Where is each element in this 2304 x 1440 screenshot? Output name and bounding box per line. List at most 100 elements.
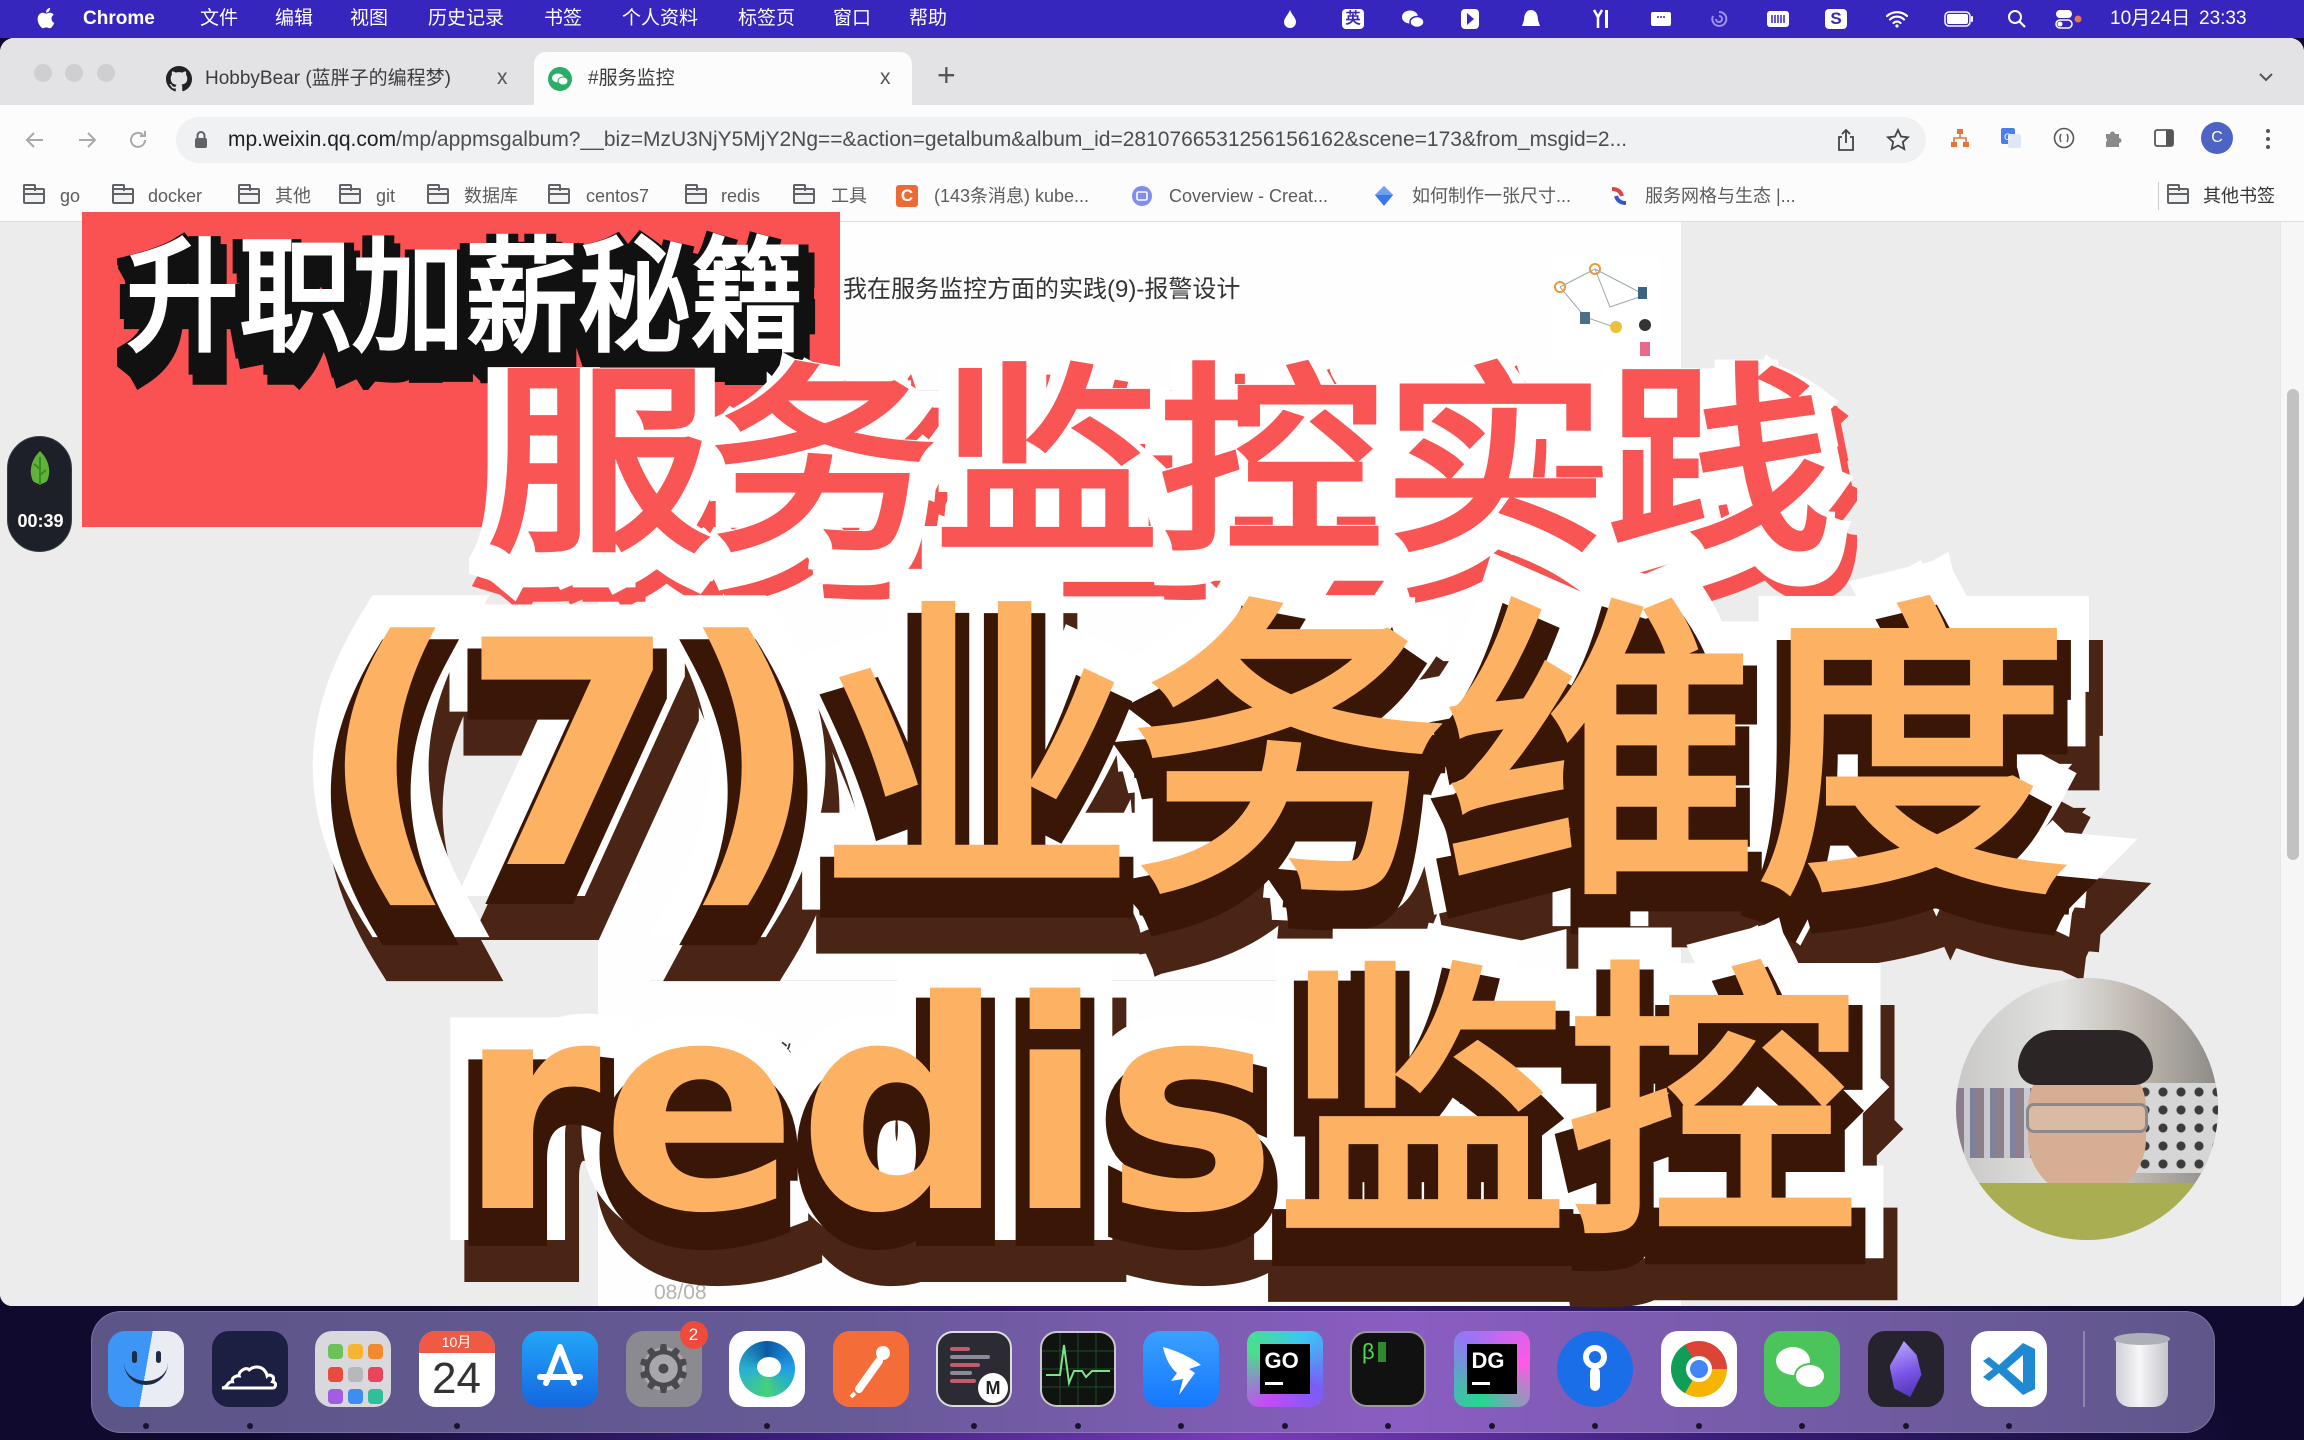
bookmark-star-icon[interactable] [1885, 127, 1911, 152]
wifi-icon[interactable] [1885, 8, 1909, 30]
dock-edge[interactable] [729, 1331, 805, 1431]
article-thumbnail[interactable] [1550, 257, 1660, 360]
bookmark-coverview[interactable]: Coverview - Creat... [1169, 185, 1328, 207]
menu-bookmarks[interactable]: 书签 [544, 8, 582, 30]
dock-dingtalk[interactable] [1143, 1331, 1219, 1431]
dock-finder[interactable] [108, 1331, 184, 1431]
folder-icon [548, 184, 570, 204]
bookmark-howto[interactable]: 如何制作一张尺寸... [1412, 185, 1571, 207]
url-text[interactable]: mp.weixin.qq.com/mp/appmsgalbum?__biz=Mz… [228, 128, 1627, 152]
extensions-puzzle-icon[interactable] [2103, 127, 2125, 149]
datagrip-glyph: DG [1466, 1344, 1517, 1394]
tab-search-chevron-icon[interactable] [2256, 70, 2276, 84]
share-icon[interactable] [1835, 128, 1857, 152]
dock-mweb[interactable]: M [936, 1331, 1012, 1431]
wechat-icon[interactable] [1401, 8, 1425, 30]
profile-avatar[interactable]: C [2201, 122, 2233, 154]
apple-menu-icon[interactable] [33, 7, 57, 29]
menu-app-name[interactable]: Chrome [83, 8, 155, 30]
qq-icon[interactable] [1519, 8, 1543, 30]
dock-vscode[interactable] [1971, 1331, 2047, 1431]
forward-button[interactable] [75, 128, 99, 152]
scrollbar-thumb[interactable] [2287, 389, 2299, 860]
tools-icon[interactable] [1589, 8, 1613, 30]
dock-obsidian[interactable] [1867, 1331, 1944, 1431]
trash-icon [2104, 1331, 2180, 1407]
dock-trash[interactable] [2104, 1331, 2180, 1431]
chrome-menu-icon[interactable] [2262, 127, 2274, 151]
drop-icon[interactable] [1278, 8, 1302, 30]
app-d-icon[interactable] [1458, 8, 1482, 30]
back-button[interactable] [23, 128, 47, 152]
iterm-icon: β [1350, 1331, 1426, 1407]
battery-icon[interactable] [1944, 8, 1974, 30]
extension-code-icon[interactable] [2053, 127, 2075, 149]
folder-icon [685, 184, 707, 204]
finder-icon [108, 1331, 184, 1407]
bookmark-database[interactable]: 数据库 [464, 185, 518, 207]
menu-help[interactable]: 帮助 [909, 8, 947, 30]
recording-timer-widget[interactable]: 00:39 [7, 436, 72, 552]
dock-app-store[interactable] [522, 1331, 598, 1431]
bookmark-other[interactable]: 其他 [275, 185, 311, 207]
bookmark-service-mesh[interactable]: 服务网格与生态 |... [1645, 185, 1796, 207]
extension-translate-icon[interactable]: G [2000, 127, 2022, 149]
wechat-icon [547, 66, 573, 92]
address-bar[interactable]: mp.weixin.qq.com/mp/appmsgalbum?__biz=Mz… [176, 117, 1926, 163]
datagrip-icon: DG [1453, 1331, 1530, 1407]
dock-postman[interactable] [832, 1331, 909, 1431]
card-icon[interactable] [1649, 8, 1673, 30]
barcode-icon[interactable] [1766, 8, 1790, 30]
extension-sitemap-icon[interactable] [1949, 127, 1971, 149]
menu-window[interactable]: 窗口 [833, 8, 871, 30]
jimmysong-icon [1608, 185, 1630, 207]
dock-goland[interactable]: GO [1246, 1331, 1323, 1431]
menubar-time[interactable]: 23:33 [2199, 8, 2247, 30]
new-tab-button[interactable]: + [937, 58, 956, 92]
dock-1password[interactable] [1557, 1331, 1633, 1431]
folder-icon [23, 184, 45, 204]
dock-system-preferences[interactable]: ⚙ 2 [625, 1321, 708, 1431]
close-window-button[interactable] [34, 64, 52, 82]
dock-chrome[interactable] [1660, 1331, 1737, 1431]
dock-activity-monitor[interactable] [1039, 1331, 1116, 1431]
dock-iterm[interactable]: β [1350, 1331, 1426, 1431]
menu-tabs[interactable]: 标签页 [738, 8, 795, 30]
menu-file[interactable]: 文件 [200, 8, 238, 30]
zoom-window-button[interactable] [97, 64, 115, 82]
menu-history[interactable]: 历史记录 [428, 8, 504, 30]
swirl-icon[interactable] [1707, 8, 1731, 30]
bookmark-redis[interactable]: redis [721, 185, 760, 207]
reload-button[interactable] [126, 128, 150, 152]
dock-calendar[interactable]: 10月 24 [418, 1331, 495, 1431]
lock-icon[interactable] [193, 130, 209, 150]
bookmark-csdn-kube[interactable]: (143条消息) kube... [934, 185, 1089, 207]
tab-close-button[interactable]: x [497, 66, 508, 90]
dock-termius[interactable]: ☁ [211, 1331, 288, 1431]
menu-view[interactable]: 视图 [350, 8, 388, 30]
menu-edit[interactable]: 编辑 [275, 8, 313, 30]
chrome-icon [1660, 1331, 1737, 1407]
title-line-1: 服务监控实践 [467, 362, 1851, 600]
article-title[interactable]: 我在服务监控方面的实践(9)-报警设计 [843, 276, 1240, 304]
input-method-icon[interactable]: 英 [1342, 9, 1364, 29]
minimize-window-button[interactable] [65, 64, 83, 82]
side-panel-icon[interactable] [2153, 127, 2175, 149]
bookmark-git[interactable]: git [376, 185, 395, 207]
dock-datagrip[interactable]: DG [1453, 1331, 1530, 1431]
dock-wechat[interactable] [1764, 1331, 1840, 1431]
bookmark-tools[interactable]: 工具 [831, 185, 867, 207]
menu-profile[interactable]: 个人资料 [622, 8, 698, 30]
bookmark-centos7[interactable]: centos7 [586, 185, 649, 207]
spotlight-icon[interactable] [2005, 8, 2029, 30]
page-scrollbar[interactable] [2280, 222, 2304, 1306]
tab-close-button[interactable]: x [880, 66, 891, 90]
bookmark-go[interactable]: go [60, 185, 80, 207]
s-app-icon[interactable]: S [1825, 9, 1847, 29]
other-bookmarks-folder[interactable]: 其他书签 [2203, 185, 2275, 207]
dock-launchpad[interactable] [315, 1331, 391, 1431]
leaf-icon [25, 449, 55, 489]
bookmark-docker[interactable]: docker [148, 185, 202, 207]
notification-badge: 2 [679, 1321, 708, 1349]
menubar-date[interactable]: 10月24日 [2110, 8, 2190, 30]
